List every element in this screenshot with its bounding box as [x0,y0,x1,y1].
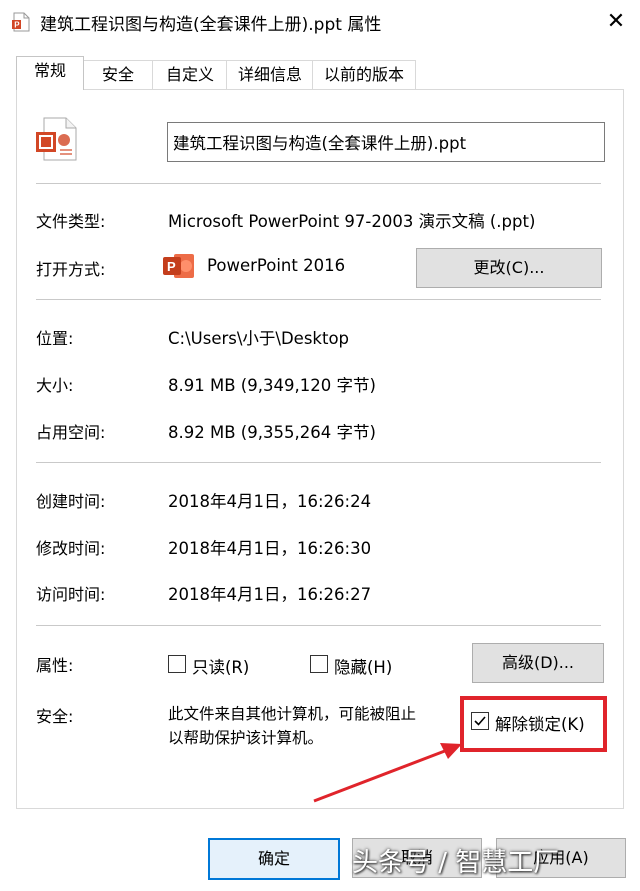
ppt-file-icon: P [12,12,30,32]
watermark-text: 头条号 / 智慧工厂 [352,848,560,878]
created-label: 创建时间: [36,492,106,511]
separator [36,299,601,300]
svg-text:P: P [14,21,20,30]
file-name-field[interactable]: 建筑工程识图与构造(全套课件上册).ppt [167,122,605,162]
readonly-checkbox[interactable] [168,655,186,673]
window-title: 建筑工程识图与构造(全套课件上册).ppt 属性 [40,15,382,35]
powerpoint-app-icon: P [163,254,194,278]
ok-button[interactable]: 确定 [208,838,340,880]
advanced-button[interactable]: 高级(D)... [472,643,604,683]
tab-details[interactable]: 详细信息 [226,60,314,89]
size-label: 大小: [36,376,74,395]
security-label: 安全: [36,707,74,726]
separator [36,183,601,184]
change-button[interactable]: 更改(C)... [416,248,602,288]
accessed-value: 2018年4月1日，16:26:27 [168,585,372,604]
tab-custom[interactable]: 自定义 [152,60,228,89]
open-with-value: PowerPoint 2016 [207,256,346,275]
modified-label: 修改时间: [36,539,106,558]
file-name-text: 建筑工程识图与构造(全套课件上册).ppt [173,134,467,153]
separator [36,462,601,463]
attributes-label: 属性: [36,656,74,675]
modified-value: 2018年4月1日，16:26:30 [168,539,372,558]
annotation-arrow-icon [313,743,462,803]
unblock-label: 解除锁定(K) [495,715,585,734]
readonly-label: 只读(R) [192,658,250,677]
checkmark-icon [474,716,486,726]
created-value: 2018年4月1日，16:26:24 [168,492,372,511]
title-bar: P 建筑工程识图与构造(全套课件上册).ppt 属性 ✕ [0,0,640,44]
disk-size-value: 8.92 MB (9,355,264 字节) [168,423,376,442]
file-type-label: 文件类型: [36,212,106,231]
file-type-value: Microsoft PowerPoint 97-2003 演示文稿 (.ppt) [168,212,536,231]
svg-text:P: P [167,259,176,274]
security-text-line1: 此文件来自其他计算机，可能被阻止 [168,705,417,723]
location-value: C:\Users\小于\Desktop [168,329,350,348]
hidden-label: 隐藏(H) [334,658,393,677]
location-label: 位置: [36,329,74,348]
unblock-checkbox[interactable] [471,712,489,730]
tab-strip: 常规 安全 自定义 详细信息 以前的版本 [0,56,640,90]
hidden-checkbox[interactable] [310,655,328,673]
size-value: 8.91 MB (9,349,120 字节) [168,376,376,395]
accessed-label: 访问时间: [36,585,106,604]
close-button[interactable]: ✕ [596,2,636,42]
ppt-document-icon [36,117,77,161]
tab-security[interactable]: 安全 [82,60,154,89]
disk-size-label: 占用空间: [36,423,106,442]
tab-previous-versions[interactable]: 以前的版本 [312,60,416,89]
tab-general[interactable]: 常规 [16,56,84,90]
separator [36,625,601,626]
open-with-label: 打开方式: [36,260,106,279]
